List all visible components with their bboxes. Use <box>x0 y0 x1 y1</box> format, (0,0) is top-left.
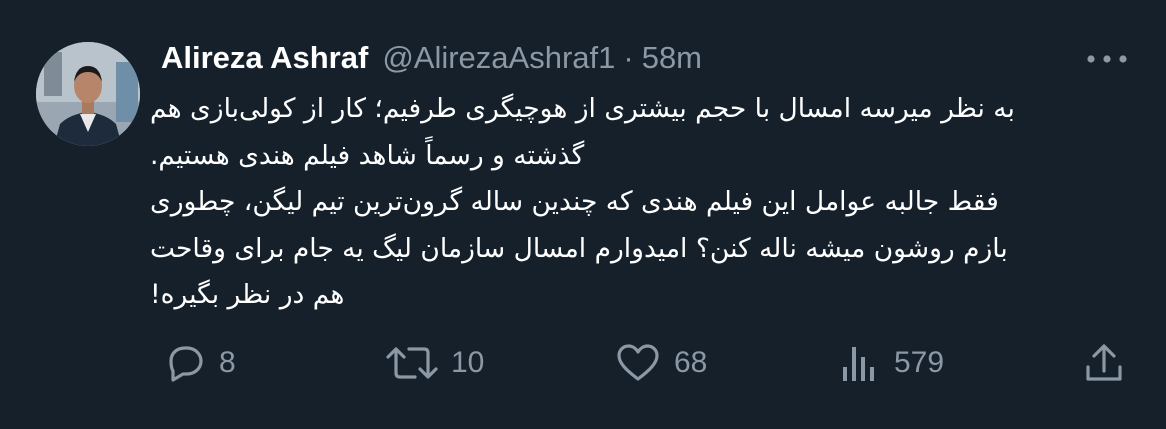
timestamp[interactable]: 58m <box>642 40 702 76</box>
tweet-header: Alireza Ashraf @AlirezaAshraf1 · 58m <box>161 40 702 76</box>
retweet-count: 10 <box>451 346 485 379</box>
heart-icon <box>614 341 662 385</box>
like-count: 68 <box>674 346 708 379</box>
share-button[interactable] <box>1082 338 1126 388</box>
retweet-icon <box>385 341 439 385</box>
views-count: 579 <box>894 346 945 379</box>
share-icon <box>1082 341 1126 385</box>
author-name[interactable]: Alireza Ashraf <box>161 40 368 76</box>
views-icon <box>838 341 882 385</box>
reply-count: 8 <box>219 346 236 379</box>
avatar-photo <box>36 42 140 146</box>
like-button[interactable]: 68 <box>614 338 707 388</box>
views-button[interactable]: 579 <box>838 338 944 388</box>
action-bar: 8 10 68 579 <box>0 338 1166 388</box>
more-button[interactable] <box>1082 44 1132 74</box>
author-handle[interactable]: @AlirezaAshraf1 <box>382 40 615 76</box>
avatar[interactable] <box>36 42 140 146</box>
tweet-text: به نظر میرسه امسال با حجم بیشتری از هوچی… <box>150 93 1015 311</box>
reply-button[interactable]: 8 <box>163 338 236 388</box>
separator-dot: · <box>623 40 634 75</box>
more-icon <box>1085 54 1129 64</box>
retweet-button[interactable]: 10 <box>385 338 484 388</box>
reply-icon <box>163 341 207 385</box>
